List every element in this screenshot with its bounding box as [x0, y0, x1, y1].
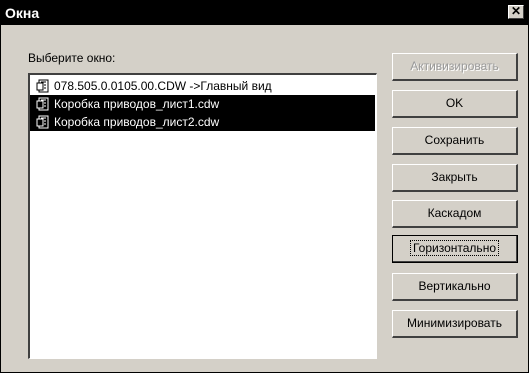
list-item-label: 078.505.0.0105.00.CDW ->Главный вид [54, 79, 272, 93]
list-item[interactable]: Коробка приводов_лист1.cdw [30, 95, 375, 113]
tile-vertical-button[interactable]: Вертикально [392, 273, 518, 301]
activate-button[interactable]: Активизировать [392, 53, 518, 81]
close-icon[interactable]: ✕ [508, 5, 524, 19]
title-bar[interactable]: Окна ✕ [1, 1, 528, 25]
window-listbox[interactable]: 078.505.0.0105.00.CDW ->Главный вид Коро… [28, 73, 377, 359]
list-item-label: Коробка приводов_лист2.cdw [54, 115, 220, 129]
windows-dialog: Окна ✕ Выберите окно: 078.505.0.0105.00.… [0, 0, 529, 373]
tile-horizontal-button[interactable]: Горизонтально [392, 235, 518, 263]
minimize-button[interactable]: Минимизировать [392, 310, 518, 338]
close-button[interactable]: Закрыть [392, 164, 518, 192]
list-item[interactable]: Коробка приводов_лист2.cdw [30, 113, 375, 131]
document-icon [36, 79, 49, 93]
list-item[interactable]: 078.505.0.0105.00.CDW ->Главный вид [30, 77, 375, 95]
cascade-button[interactable]: Каскадом [392, 200, 518, 228]
document-icon [36, 115, 49, 129]
select-window-label: Выберите окно: [28, 51, 116, 65]
ok-button[interactable]: OK [392, 90, 518, 118]
document-icon [36, 97, 49, 111]
dialog-title: Окна [5, 5, 40, 21]
list-item-label: Коробка приводов_лист1.cdw [54, 97, 220, 111]
tile-horizontal-label: Горизонтально [409, 240, 499, 256]
save-button[interactable]: Сохранить [392, 127, 518, 155]
